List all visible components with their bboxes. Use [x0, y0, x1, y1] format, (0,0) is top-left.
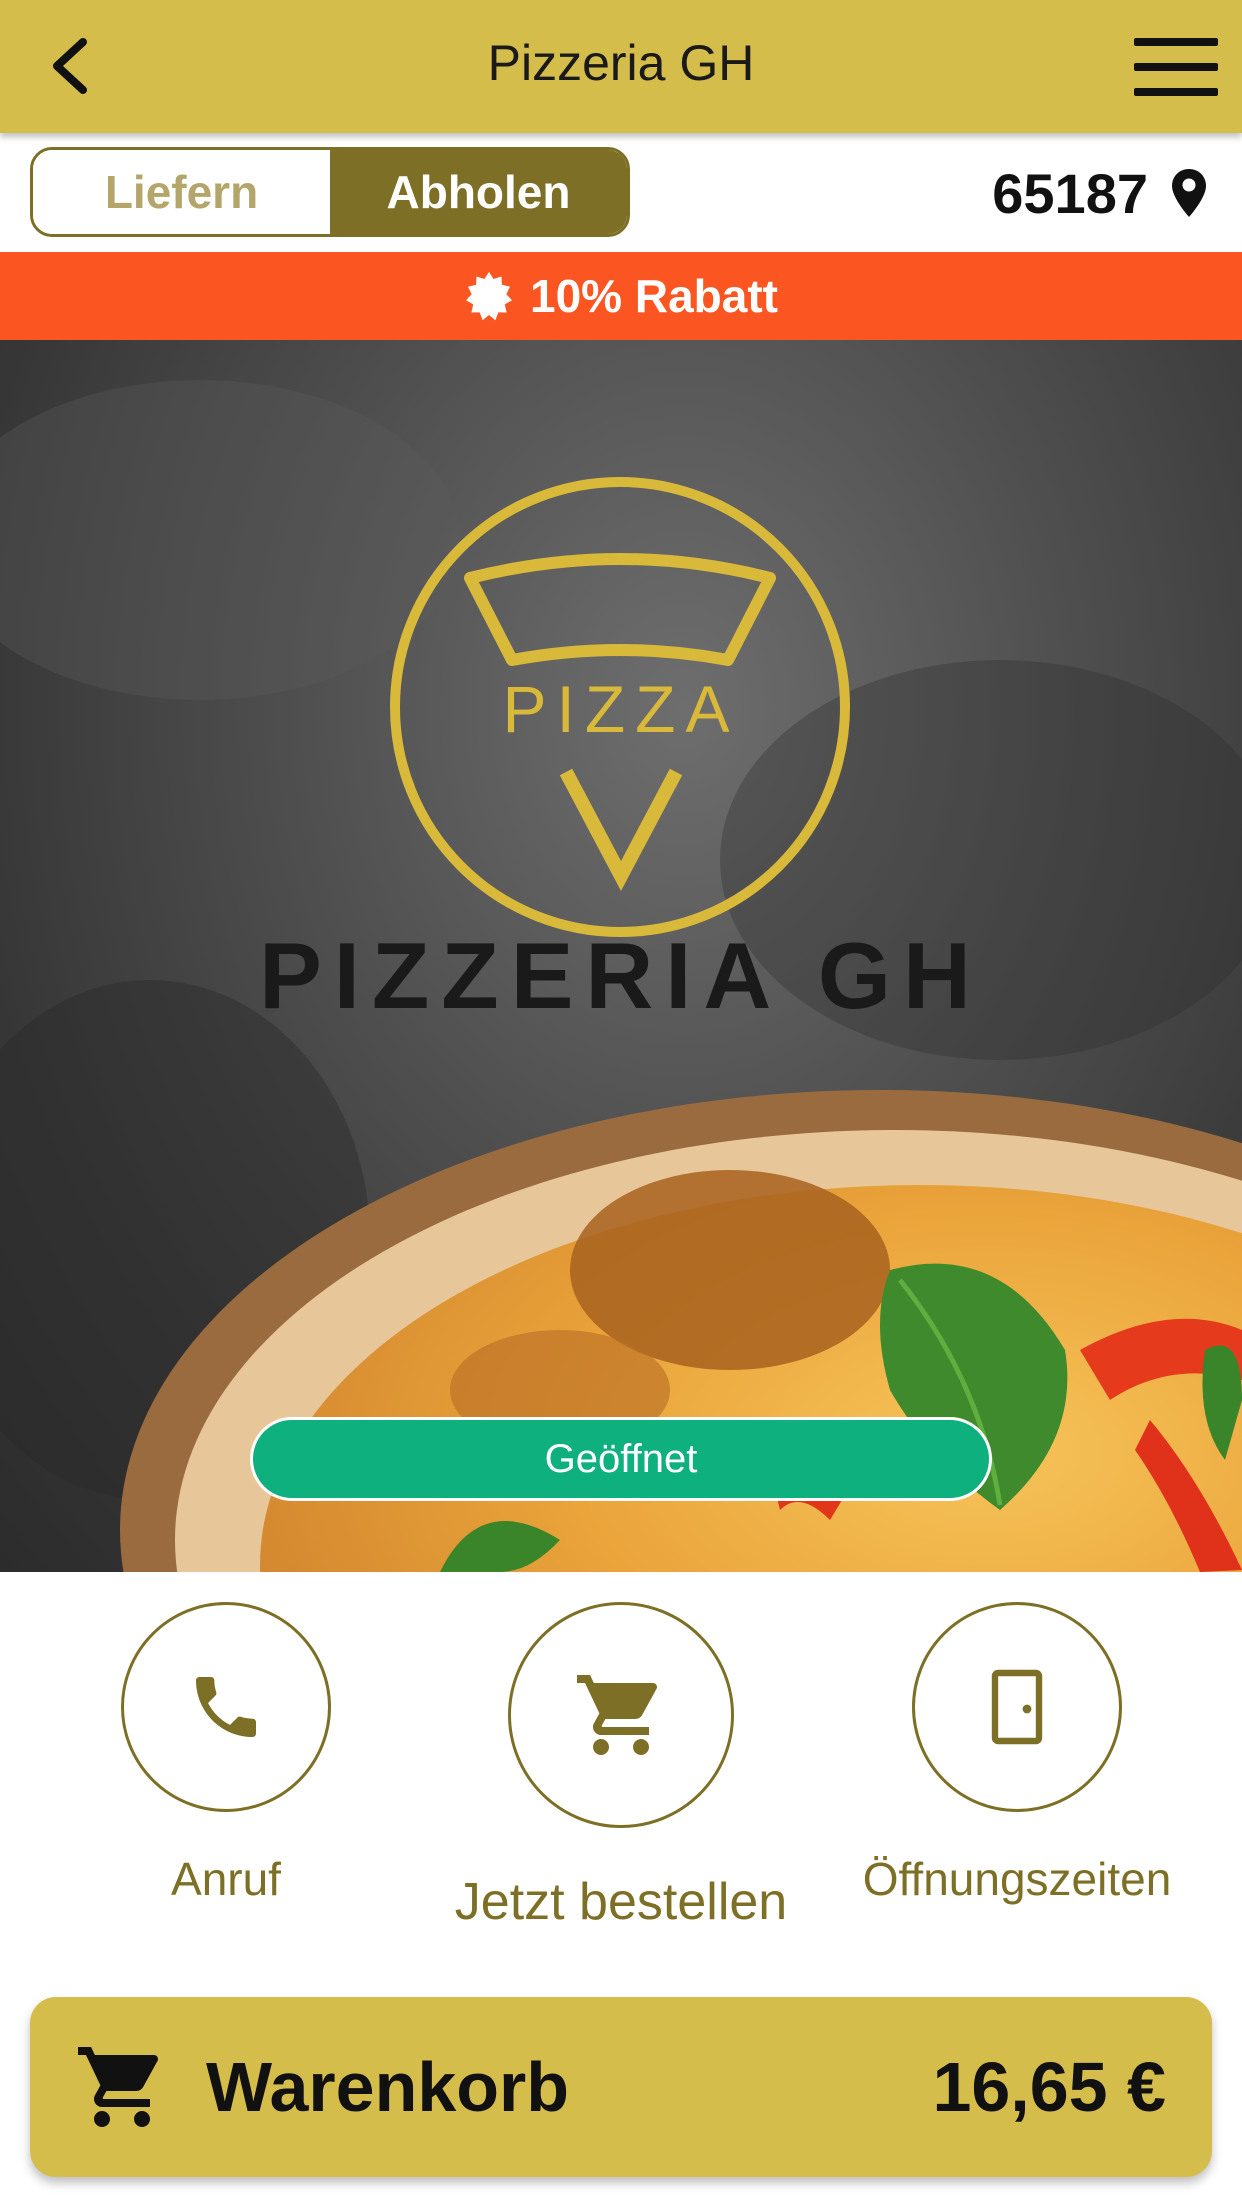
cart-bar[interactable]: Warenkorb 16,65 € — [30, 1997, 1212, 2177]
cart-icon — [78, 2047, 159, 2127]
toggle-option-abholen[interactable]: Abholen — [330, 150, 627, 234]
postcode-text: 65187 — [992, 161, 1148, 225]
location-selector[interactable]: 65187 — [992, 155, 1208, 231]
door-icon — [991, 1669, 1043, 1745]
cart-total: 16,65 € — [932, 2048, 1166, 2126]
menu-button[interactable] — [1134, 38, 1218, 96]
order-mode-row: Liefern Abholen 65187 — [0, 133, 1242, 252]
order-now-action[interactable]: Jetzt bestellen — [455, 1602, 787, 1932]
badge-icon — [466, 272, 513, 321]
logo-slice-text: PIZZA — [502, 672, 739, 746]
order-now-button[interactable] — [508, 1602, 734, 1828]
quick-actions: Anruf Jetzt bestellen Öffnungszeiten — [0, 1572, 1242, 1972]
opening-hours-label: Öffnungszeiten — [862, 1853, 1172, 1905]
phone-icon — [196, 1677, 256, 1737]
logo-brand-text: PIZZERIA GH — [259, 923, 983, 1028]
hamburger-menu-icon — [1134, 38, 1218, 46]
call-button[interactable] — [121, 1602, 331, 1812]
page-title: Pizzeria GH — [487, 35, 755, 91]
call-action[interactable]: Anruf — [120, 1602, 332, 1906]
cart-icon — [577, 1675, 658, 1755]
order-now-label: Jetzt bestellen — [454, 1873, 788, 1931]
opening-hours-action[interactable]: Öffnungszeiten — [863, 1602, 1171, 1906]
opening-hours-button[interactable] — [912, 1602, 1122, 1812]
call-label: Anruf — [171, 1853, 281, 1905]
opening-status-badge: Geöffnet — [250, 1417, 992, 1501]
promo-banner[interactable]: 10% Rabatt — [0, 252, 1242, 340]
hero-illustration: PIZZA PIZZERIA GH — [0, 380, 1242, 1572]
toggle-option-liefern[interactable]: Liefern — [33, 150, 330, 234]
app-header: Pizzeria GH — [0, 0, 1242, 133]
map-pin-icon — [1172, 169, 1206, 217]
hero-banner: PIZZA PIZZERIA GH Geöffnet — [0, 340, 1242, 1572]
cart-label: Warenkorb — [206, 2048, 570, 2126]
delivery-mode-toggle: Liefern Abholen — [30, 147, 630, 237]
promo-text: 10% Rabatt — [530, 270, 778, 322]
